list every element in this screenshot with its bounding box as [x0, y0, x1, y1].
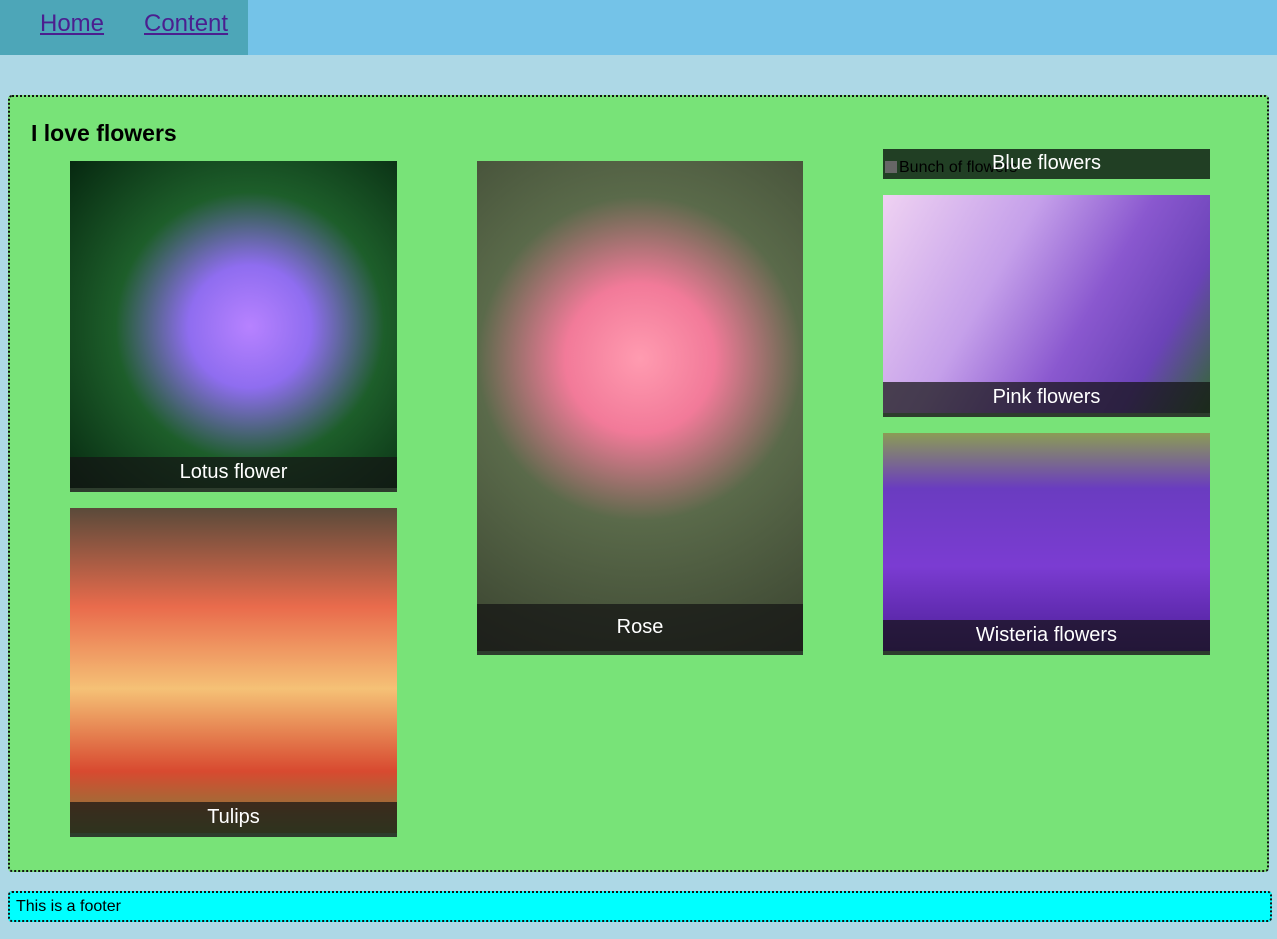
blue-flowers-caption: Blue flowers	[992, 152, 1101, 174]
lotus-card: Lotus flower	[70, 161, 397, 492]
pink-flowers-caption: Pink flowers	[883, 382, 1210, 413]
rose-image	[477, 161, 803, 655]
card-bottom-bar	[883, 413, 1210, 417]
tulips-caption: Tulips	[70, 802, 397, 833]
nav-links-panel: Home Content	[0, 0, 248, 55]
wisteria-card: Wisteria flowers	[883, 433, 1210, 655]
card-bottom-bar	[70, 488, 397, 492]
blue-flowers-card: Bunch of flowers Blue flowers	[883, 149, 1210, 179]
card-bottom-bar	[70, 833, 397, 837]
lotus-caption: Lotus flower	[70, 457, 397, 488]
tulips-card: Tulips	[70, 508, 397, 837]
card-bottom-bar	[477, 651, 803, 655]
lotus-image	[70, 161, 397, 492]
pink-flowers-card: Pink flowers	[883, 195, 1210, 417]
flowers-section: I love flowers Lotus flower Tulips Rose …	[8, 95, 1269, 872]
wisteria-caption: Wisteria flowers	[883, 620, 1210, 651]
nav-home-link[interactable]: Home	[40, 10, 104, 38]
tulips-image	[70, 508, 397, 837]
nav-content-link[interactable]: Content	[144, 10, 228, 38]
rose-caption: Rose	[477, 604, 803, 651]
footer: This is a footer	[8, 891, 1272, 922]
rose-card: Rose	[477, 161, 803, 655]
page-title: I love flowers	[31, 120, 177, 146]
card-bottom-bar	[883, 651, 1210, 655]
top-nav: Home Content	[0, 0, 1277, 55]
